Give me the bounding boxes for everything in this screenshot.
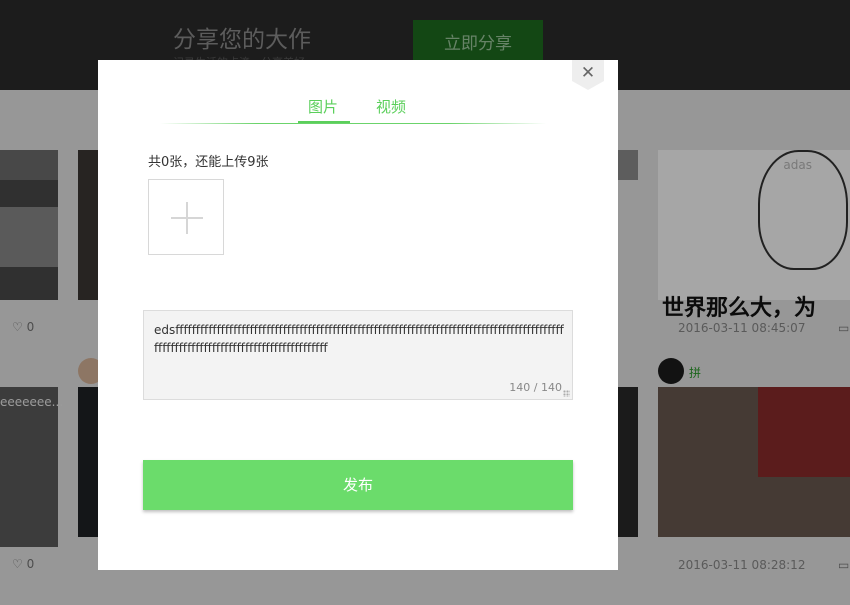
char-counter: 140 / 140 (509, 381, 562, 394)
close-button[interactable]: ✕ (572, 60, 604, 90)
publish-button[interactable]: 发布 (143, 460, 573, 510)
post-textarea[interactable]: edsfffffffffffffffffffffffffffffffffffff… (154, 321, 564, 375)
add-image-button[interactable] (148, 179, 224, 255)
plus-icon (171, 202, 203, 234)
resize-handle-icon[interactable] (563, 390, 570, 397)
upload-dialog: ✕ 图片 视频 共0张，还能上传9张 edsffffffffffffffffff… (98, 60, 618, 570)
active-tab-indicator (298, 121, 350, 123)
upload-count: 共0张，还能上传9张 (148, 155, 269, 170)
close-icon[interactable]: ✕ (572, 62, 604, 84)
media-tabs: 图片 视频 (98, 96, 618, 126)
tab-video[interactable]: 视频 (376, 96, 406, 117)
tab-image[interactable]: 图片 (308, 96, 338, 117)
post-text-field[interactable]: edsfffffffffffffffffffffffffffffffffffff… (143, 310, 573, 400)
tab-divider (160, 123, 546, 124)
